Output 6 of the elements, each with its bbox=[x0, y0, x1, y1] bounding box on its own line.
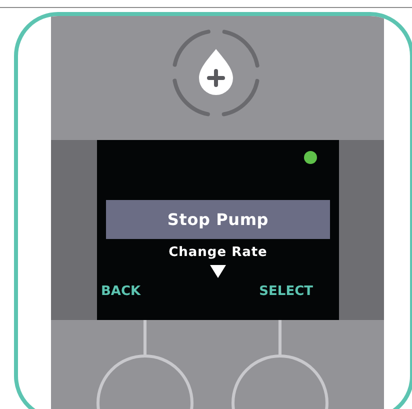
down-arrow-icon bbox=[210, 265, 226, 278]
drop-plus-icon bbox=[170, 28, 260, 118]
softkey-label: BACK bbox=[101, 284, 141, 299]
menu-item[interactable]: Stop Pump bbox=[106, 200, 330, 239]
menu-item[interactable]: Change Rate bbox=[162, 242, 274, 263]
softkey-label: SELECT bbox=[259, 284, 313, 299]
